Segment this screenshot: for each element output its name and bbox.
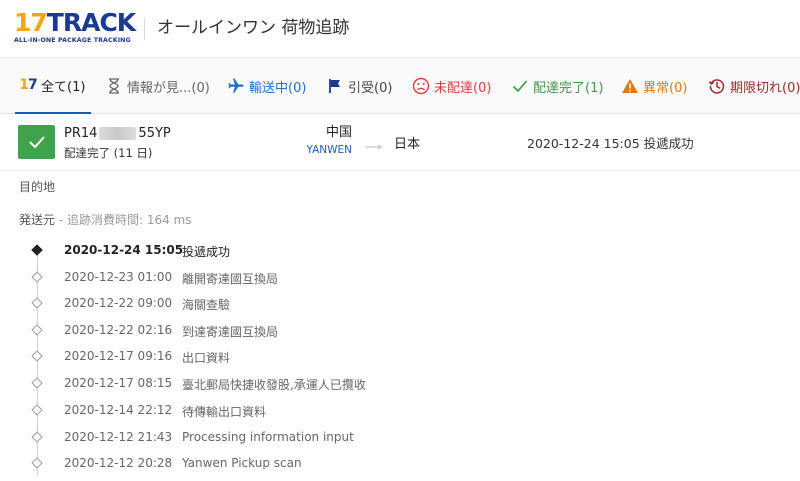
timeline-dot [31, 457, 43, 469]
tab-undelivered[interactable]: 未配達(0) [411, 58, 491, 114]
event-description: 投遞成功 [182, 245, 231, 259]
tab-alert[interactable]: 異常(0) [620, 58, 687, 114]
origin-section-label: 発送元 [19, 213, 56, 227]
timeline-dot [31, 324, 43, 336]
origin-section-header: 発送元 - 追跡消費時間: 164 ms [19, 211, 192, 228]
latest-event: 2020-12-24 15:05 投遞成功 [527, 136, 694, 151]
tracking-number[interactable]: PR14 55YP [64, 126, 171, 141]
event-description: 臺北郵局快捷收發股,承運人已攬收 [182, 378, 366, 392]
event-description: 離開寄達國互換局 [182, 272, 279, 286]
event-description: 待傳輸出口資料 [182, 405, 267, 419]
elapsed-time: 追跡消費時間: 164 ms [66, 213, 192, 227]
timeline-event: 2020-12-12 21:43 Processing information … [0, 424, 800, 451]
sad-face-icon [411, 76, 431, 96]
timeline-dot [31, 431, 43, 443]
timeline-dot [31, 271, 43, 283]
tab-alert-label: 異常(0) [643, 80, 688, 96]
tracking-number-prefix: PR14 [64, 126, 98, 141]
event-time: 2020-12-17 09:16 [64, 349, 173, 363]
logo-tagline: ALL-IN-ONE PACKAGE TRACKING [14, 37, 131, 44]
header-divider [144, 18, 145, 40]
tab-pickup[interactable]: 引受(0) [325, 58, 392, 114]
tracking-timeline: 2020-12-24 15:05 投遞成功 2020-12-23 01:00 離… [0, 237, 800, 481]
event-time: 2020-12-22 09:00 [64, 296, 173, 310]
redacted-block [99, 127, 137, 140]
timeline-dot [31, 404, 43, 416]
event-time: 2020-12-23 01:00 [64, 270, 173, 284]
tab-no-info[interactable]: 情報が見...(0) [104, 58, 210, 114]
tab-all-label: 全て(1) [41, 79, 86, 95]
airplane-icon [226, 76, 246, 96]
17track-icon: 17 [19, 77, 38, 93]
tab-all[interactable]: 17 全て(1) [15, 58, 91, 114]
flag-icon [325, 76, 345, 96]
timeline-dot [31, 377, 43, 389]
tab-expired-label: 期限切れ(0) [730, 80, 800, 96]
tab-delivered[interactable]: 配達完了(1) [510, 58, 603, 114]
event-time: 2020-12-12 20:28 [64, 456, 173, 470]
timeline-event: 2020-12-17 08:15 臺北郵局快捷收發股,承運人已攬收 [0, 370, 800, 397]
check-icon [510, 76, 530, 96]
timeline-event: 2020-12-22 02:16 到達寄達國互換局 [0, 317, 800, 344]
elapsed-separator: - [55, 213, 67, 227]
event-time: 2020-12-12 21:43 [64, 430, 173, 444]
tab-pickup-label: 引受(0) [348, 80, 393, 96]
event-time: 2020-12-22 02:16 [64, 323, 173, 337]
status-tabs: 17 全て(1) 情報が見...(0) 輸送中(0) 引受(0) 未配達(0) … [0, 58, 800, 114]
tab-undelivered-label: 未配達(0) [434, 80, 492, 96]
carrier-link[interactable]: YANWEN [300, 143, 352, 158]
tab-in-transit-label: 輸送中(0) [249, 80, 307, 96]
page-title: オールインワン 荷物追跡 [157, 18, 350, 38]
event-description: Processing information input [182, 430, 354, 444]
history-clock-icon [707, 76, 727, 96]
tab-expired[interactable]: 期限切れ(0) [707, 58, 800, 114]
timeline-event: 2020-12-17 09:16 出口資料 [0, 343, 800, 370]
hourglass-icon [104, 76, 124, 96]
logo-17-text: 17 [14, 8, 48, 37]
delivered-status-icon [18, 125, 55, 159]
origin-country: 中国 [325, 125, 352, 140]
route-arrow-icon [364, 137, 384, 150]
destination-country: 日本 [394, 137, 421, 152]
event-time: 2020-12-14 22:12 [64, 403, 173, 417]
logo-wordmark: 17TRACK [14, 8, 136, 37]
tab-delivered-label: 配達完了(1) [533, 80, 604, 96]
tracking-number-suffix: 55YP [138, 126, 171, 141]
logo-track-text: TRACK [46, 8, 136, 37]
event-description: 出口資料 [182, 351, 231, 365]
tab-no-info-label: 情報が見...(0) [127, 80, 210, 96]
warning-icon [620, 76, 640, 96]
timeline-event: 2020-12-24 15:05 投遞成功 [0, 237, 800, 264]
timeline-event: 2020-12-22 09:00 海關查驗 [0, 290, 800, 317]
package-status: 配達完了 (11 日) [64, 146, 153, 160]
event-time: 2020-12-17 08:15 [64, 376, 173, 390]
event-time: 2020-12-24 15:05 [64, 243, 184, 257]
package-row[interactable]: PR14 55YP 配達完了 (11 日) 中国 YANWEN 日本 2020-… [0, 115, 800, 171]
destination-section-label: 目的地 [19, 180, 56, 194]
timeline-dot [31, 244, 43, 256]
event-description: 到達寄達國互換局 [182, 325, 279, 339]
origin-info: 中国 YANWEN [300, 125, 352, 158]
timeline-event: 2020-12-14 22:12 待傳輸出口資料 [0, 397, 800, 424]
timeline-dot [31, 350, 43, 362]
17track-logo[interactable]: 17TRACK ALL-IN-ONE PACKAGE TRACKING [14, 8, 136, 46]
timeline-event: 2020-12-23 01:00 離開寄達國互換局 [0, 264, 800, 291]
event-description: Yanwen Pickup scan [182, 456, 302, 470]
tab-in-transit[interactable]: 輸送中(0) [226, 58, 306, 114]
timeline-dot [31, 297, 43, 309]
event-description: 海關查驗 [182, 298, 231, 312]
timeline-event: 2020-12-12 20:28 Yanwen Pickup scan [0, 450, 800, 477]
app-header: 17TRACK ALL-IN-ONE PACKAGE TRACKING オールイ… [0, 0, 800, 58]
